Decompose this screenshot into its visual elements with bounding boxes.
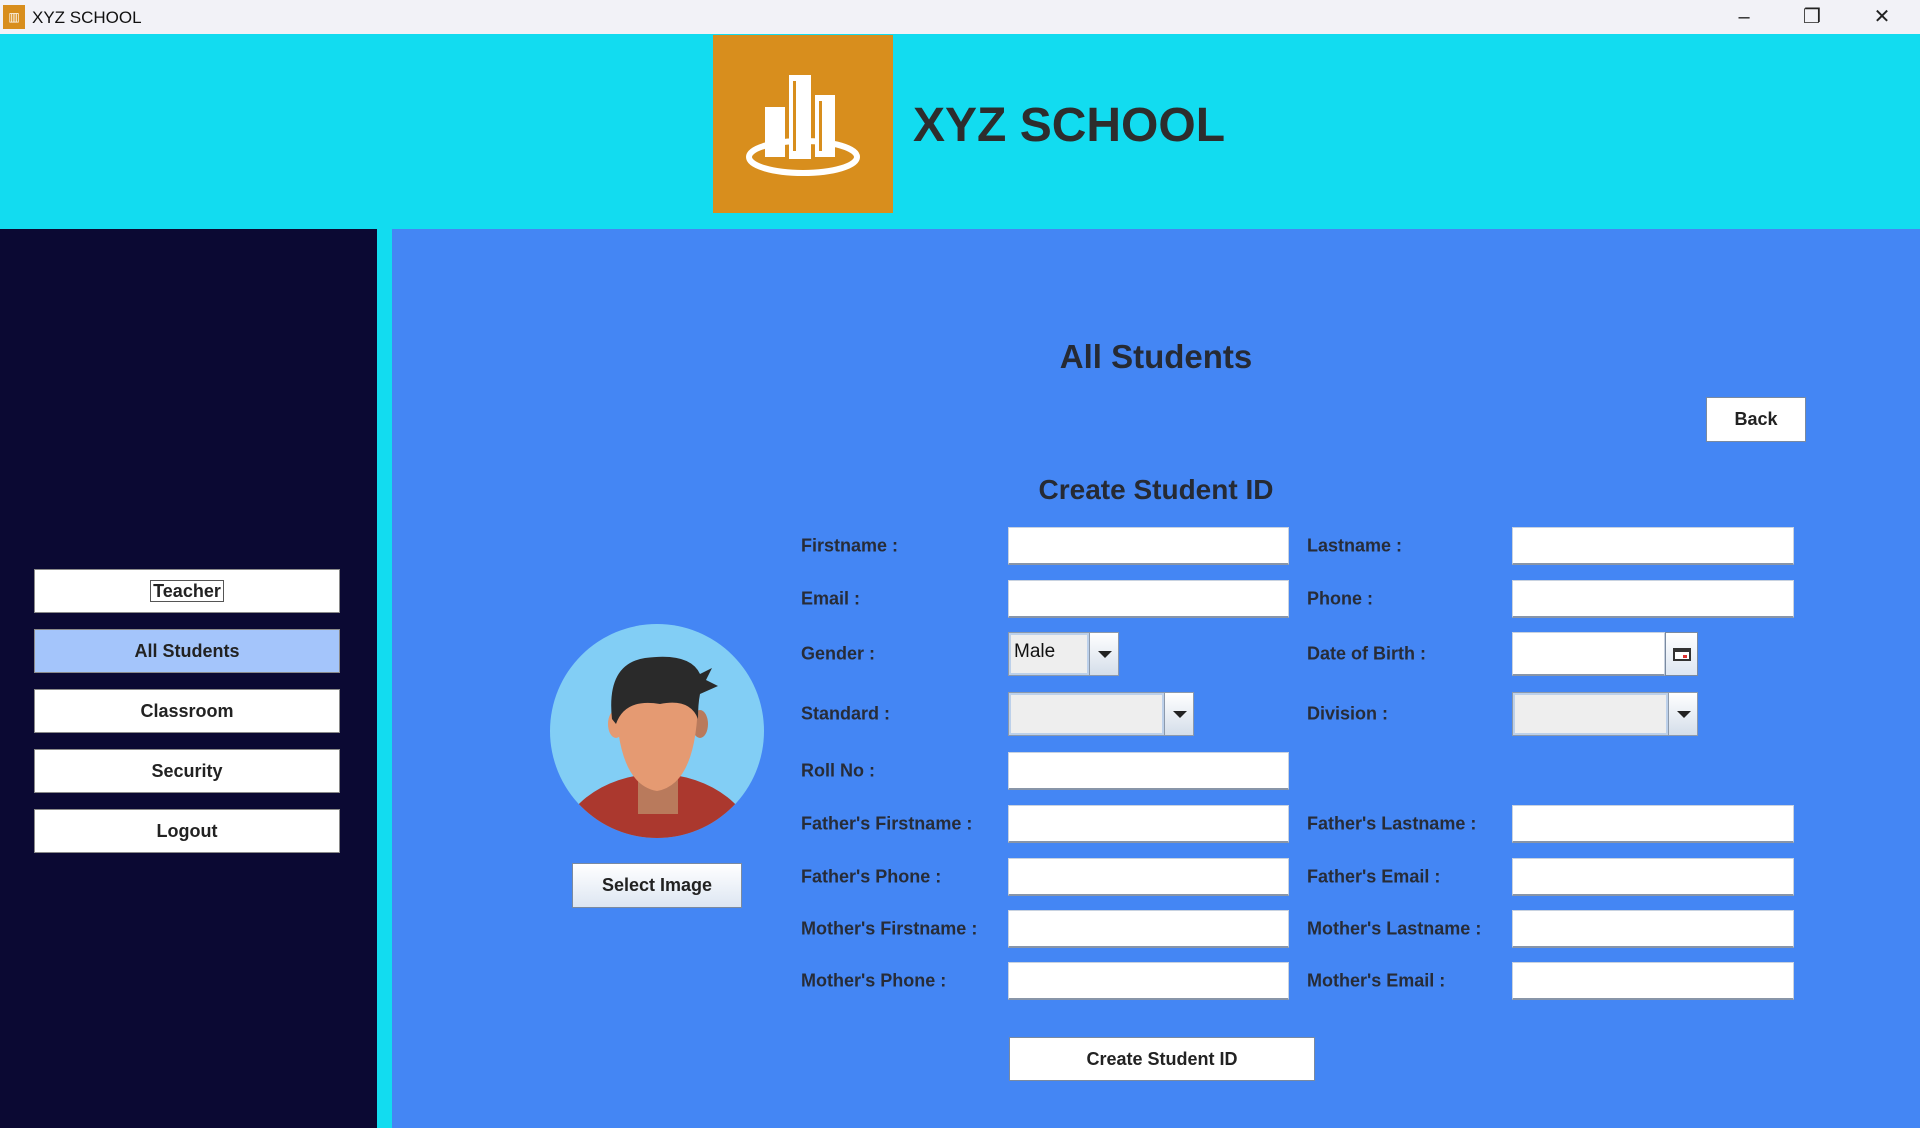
nav-label: Teacher xyxy=(150,580,224,602)
father-lastname-label: Father's Lastname : xyxy=(1307,813,1477,834)
page-title: All Students xyxy=(1059,338,1253,375)
sidebar-item-logout[interactable]: Logout xyxy=(34,809,340,853)
sidebar xyxy=(0,229,377,1128)
standard-label: Standard : xyxy=(801,703,891,724)
gender-label: Gender : xyxy=(801,643,876,664)
window-title: XYZ SCHOOL xyxy=(32,8,142,27)
father-lastname-input[interactable] xyxy=(1512,805,1794,843)
title-bar: ▥ XYZ SCHOOL – ❐ ✕ xyxy=(0,0,1920,34)
mother-phone-input[interactable] xyxy=(1008,962,1289,1000)
mother-lastname-label: Mother's Lastname : xyxy=(1307,918,1482,939)
division-value xyxy=(1513,693,1668,735)
create-student-id-button[interactable]: Create Student ID xyxy=(1009,1037,1315,1081)
sidebar-item-security[interactable]: Security xyxy=(34,749,340,793)
mother-firstname-label: Mother's Firstname : xyxy=(801,918,978,939)
divider xyxy=(377,229,392,1128)
select-image-button[interactable]: Select Image xyxy=(572,863,742,908)
firstname-input[interactable] xyxy=(1008,527,1289,565)
school-logo xyxy=(713,35,893,213)
email-input[interactable] xyxy=(1008,580,1289,618)
firstname-label: Firstname : xyxy=(801,535,899,556)
mother-firstname-input[interactable] xyxy=(1008,910,1289,948)
mother-lastname-input[interactable] xyxy=(1512,910,1794,948)
app-icon: ▥ xyxy=(3,5,25,29)
father-phone-label: Father's Phone : xyxy=(801,866,942,887)
email-label: Email : xyxy=(801,588,861,609)
sidebar-item-teacher[interactable]: Teacher xyxy=(34,569,340,613)
father-phone-input[interactable] xyxy=(1008,858,1289,896)
father-email-label: Father's Email : xyxy=(1307,866,1441,887)
standard-value xyxy=(1009,693,1164,735)
calendar-icon xyxy=(1672,648,1691,661)
sidebar-item-all-students[interactable]: All Students xyxy=(34,629,340,673)
father-firstname-label: Father's Firstname : xyxy=(801,813,973,834)
father-firstname-input[interactable] xyxy=(1008,805,1289,843)
dob-label: Date of Birth : xyxy=(1307,643,1426,664)
mother-email-label: Mother's Email : xyxy=(1307,970,1446,991)
division-select[interactable] xyxy=(1512,692,1698,736)
dob-input[interactable] xyxy=(1512,632,1665,676)
phone-label: Phone : xyxy=(1307,588,1373,609)
chevron-down-icon[interactable] xyxy=(1668,693,1697,735)
lastname-label: Lastname : xyxy=(1307,535,1403,556)
mother-phone-label: Mother's Phone : xyxy=(801,970,947,991)
chevron-down-icon[interactable] xyxy=(1089,633,1118,675)
back-button[interactable]: Back xyxy=(1706,397,1806,442)
chevron-down-icon[interactable] xyxy=(1164,693,1193,735)
standard-select[interactable] xyxy=(1008,692,1194,736)
minimize-icon[interactable]: – xyxy=(1714,2,1774,32)
gender-select[interactable]: Male xyxy=(1008,632,1119,676)
lastname-input[interactable] xyxy=(1512,527,1794,565)
avatar xyxy=(550,624,764,838)
father-email-input[interactable] xyxy=(1512,858,1794,896)
sidebar-item-classroom[interactable]: Classroom xyxy=(34,689,340,733)
close-icon[interactable]: ✕ xyxy=(1852,2,1912,32)
mother-email-input[interactable] xyxy=(1512,962,1794,1000)
app-name: XYZ SCHOOL xyxy=(913,99,1226,152)
calendar-button[interactable] xyxy=(1665,632,1698,676)
form-title: Create Student ID xyxy=(1038,474,1274,505)
rollno-label: Roll No : xyxy=(801,760,875,781)
gender-value: Male xyxy=(1009,633,1089,675)
phone-input[interactable] xyxy=(1512,580,1794,618)
restore-icon[interactable]: ❐ xyxy=(1782,2,1842,32)
rollno-input[interactable] xyxy=(1008,752,1289,790)
division-label: Division : xyxy=(1307,703,1389,724)
